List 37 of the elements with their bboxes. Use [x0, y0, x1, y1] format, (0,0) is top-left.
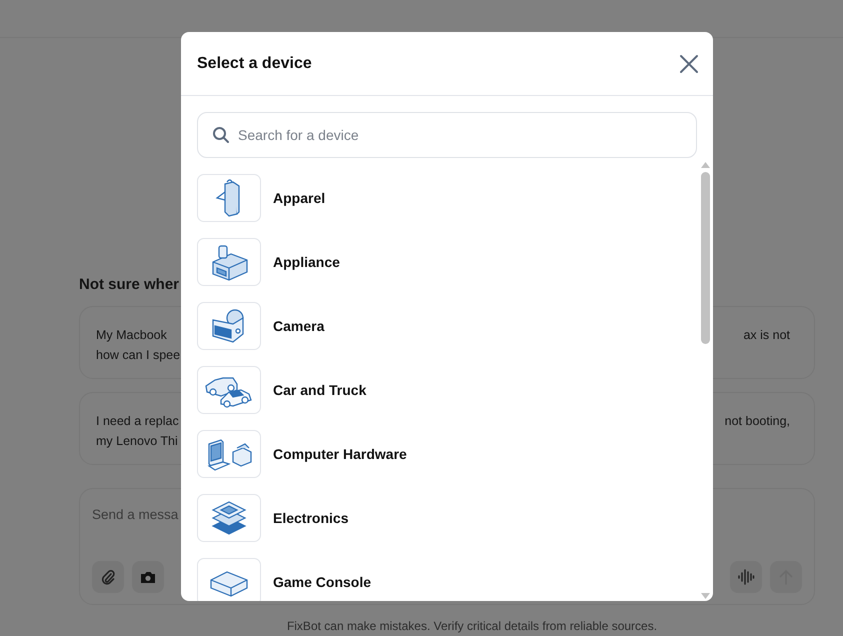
device-label: Computer Hardware — [273, 446, 407, 462]
attach-button[interactable] — [92, 561, 124, 593]
scroll-down-icon[interactable] — [700, 593, 710, 599]
device-item[interactable]: Appliance — [197, 238, 699, 286]
device-label: Car and Truck — [273, 382, 366, 398]
device-label: Game Console — [273, 574, 372, 590]
device-item[interactable]: Apparel — [197, 174, 699, 222]
device-label: Appliance — [273, 254, 340, 270]
device-label: Apparel — [273, 190, 326, 206]
close-icon — [679, 54, 699, 74]
message-field[interactable]: Send a messa — [92, 507, 180, 522]
device-label: Camera — [273, 318, 324, 334]
device-item[interactable]: Camera — [197, 302, 699, 350]
device-label: Electronics — [273, 510, 348, 526]
search-icon — [212, 126, 230, 144]
camera-button[interactable] — [132, 561, 164, 593]
suggestion-text: My Macbook — [96, 327, 168, 344]
paperclip-icon — [100, 569, 116, 585]
device-item[interactable]: Computer Hardware — [197, 430, 699, 478]
camera-icon — [140, 570, 156, 584]
device-item[interactable]: Game Console — [197, 558, 699, 601]
suggestion-text: not booting, — [724, 413, 790, 430]
suggestion-text: my Lenovo Thi — [96, 433, 179, 450]
scroll-up-icon[interactable] — [700, 162, 710, 168]
suggestion-text: I need a replac — [96, 413, 179, 430]
voice-button[interactable] — [730, 561, 762, 593]
search-field[interactable]: Search for a device — [197, 112, 697, 158]
device-item[interactable]: Car and Truck — [197, 366, 699, 414]
section-heading: Not sure wher — [79, 276, 180, 293]
device-item[interactable]: Electronics — [197, 494, 699, 542]
disclaimer-text: FixBot can make mistakes. Verify critical details from reliable sources. — [286, 619, 658, 633]
waveform-icon — [737, 569, 755, 585]
scrollbar-thumb[interactable] — [700, 172, 710, 344]
close-button[interactable] — [679, 54, 699, 74]
suggestion-text: ax is not — [743, 327, 790, 344]
dialog-title: Select a device — [197, 54, 312, 72]
suggestion-text: how can I spee — [96, 347, 180, 364]
